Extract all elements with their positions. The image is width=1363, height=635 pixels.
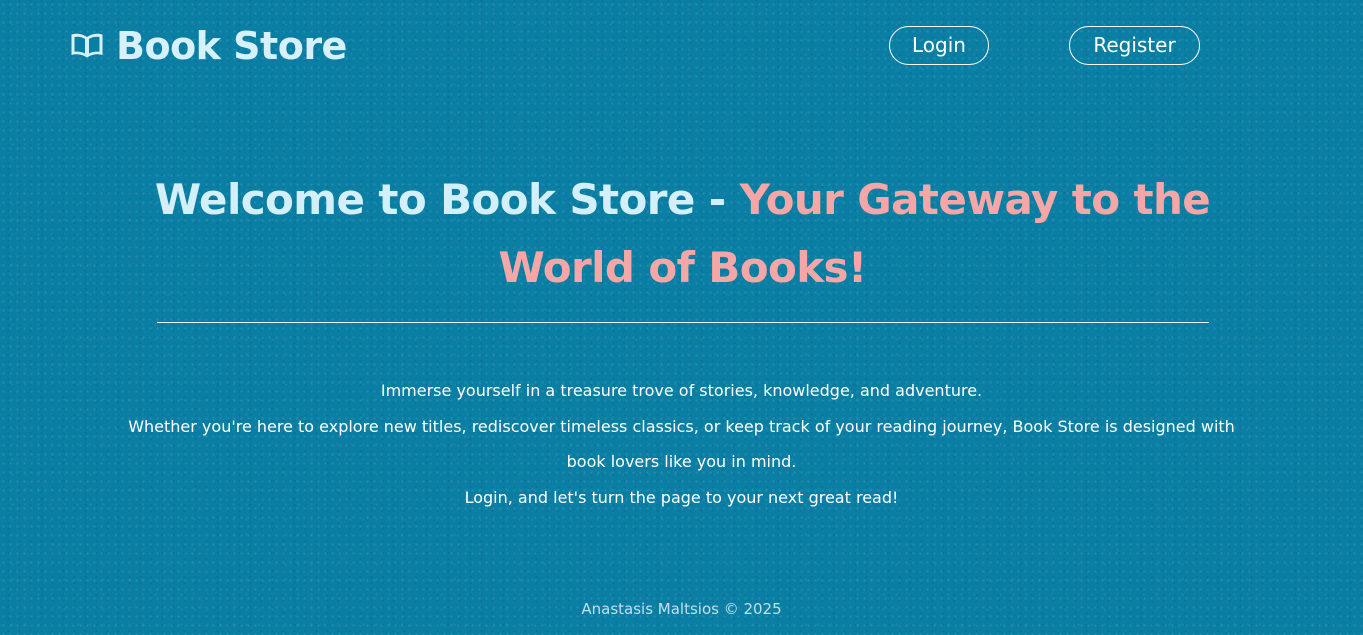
- footer: Anastasis Maltsios © 2025: [0, 598, 1363, 620]
- login-button[interactable]: Login: [889, 26, 989, 65]
- register-button[interactable]: Register: [1069, 26, 1200, 65]
- intro-line-1: Immerse yourself in a treasure trove of …: [380, 381, 983, 400]
- hero-title: Welcome to Book Store - Your Gateway to …: [150, 166, 1215, 302]
- brand-title: Book Store: [116, 24, 347, 68]
- intro-line-2: Whether you're here to explore new title…: [128, 416, 1235, 472]
- footer-copyright: Anastasis Maltsios © 2025: [581, 600, 782, 618]
- hero-divider: [157, 322, 1209, 323]
- open-book-icon: [71, 33, 103, 58]
- hero-title-lead: Welcome to Book Store -: [154, 175, 740, 224]
- intro-line-3: Login, and let's turn the page to your n…: [464, 487, 899, 507]
- intro-text: Immerse yourself in a treasure trove of …: [100, 373, 1263, 515]
- site-header: Book Store Login Register: [0, 0, 1363, 92]
- brand[interactable]: Book Store: [70, 22, 347, 70]
